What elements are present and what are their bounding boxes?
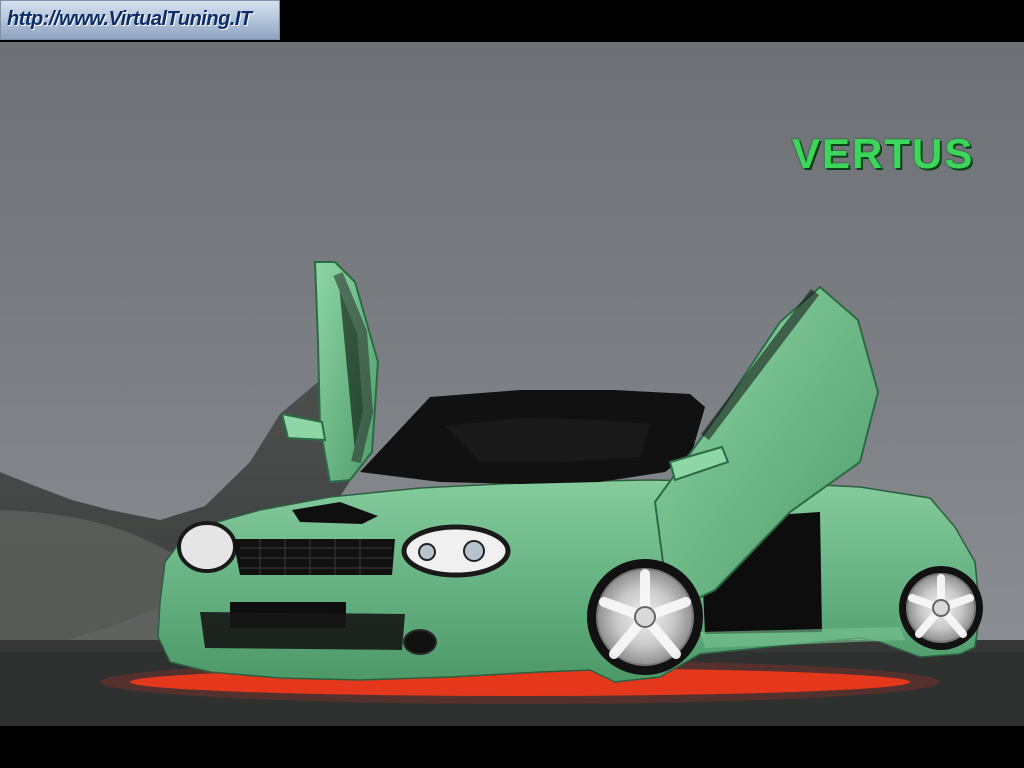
- site-url-text: http://www.VirtualTuning.IT: [7, 8, 252, 30]
- fog-light: [403, 629, 437, 655]
- headlight-left: [177, 521, 237, 573]
- wheel-front: [587, 559, 703, 675]
- grille: [233, 539, 395, 575]
- image-frame: http://www.VirtualTuning.IT VERTUS: [0, 0, 1024, 768]
- wheel-rear: [899, 566, 983, 650]
- site-badge: http://www.VirtualTuning.IT: [0, 0, 280, 40]
- vertus-brand-text: VERTUS: [792, 130, 975, 177]
- lower-intake: [200, 612, 405, 650]
- photo-scene: VERTUS: [0, 42, 1024, 726]
- bottom-black-bar: [0, 726, 1024, 768]
